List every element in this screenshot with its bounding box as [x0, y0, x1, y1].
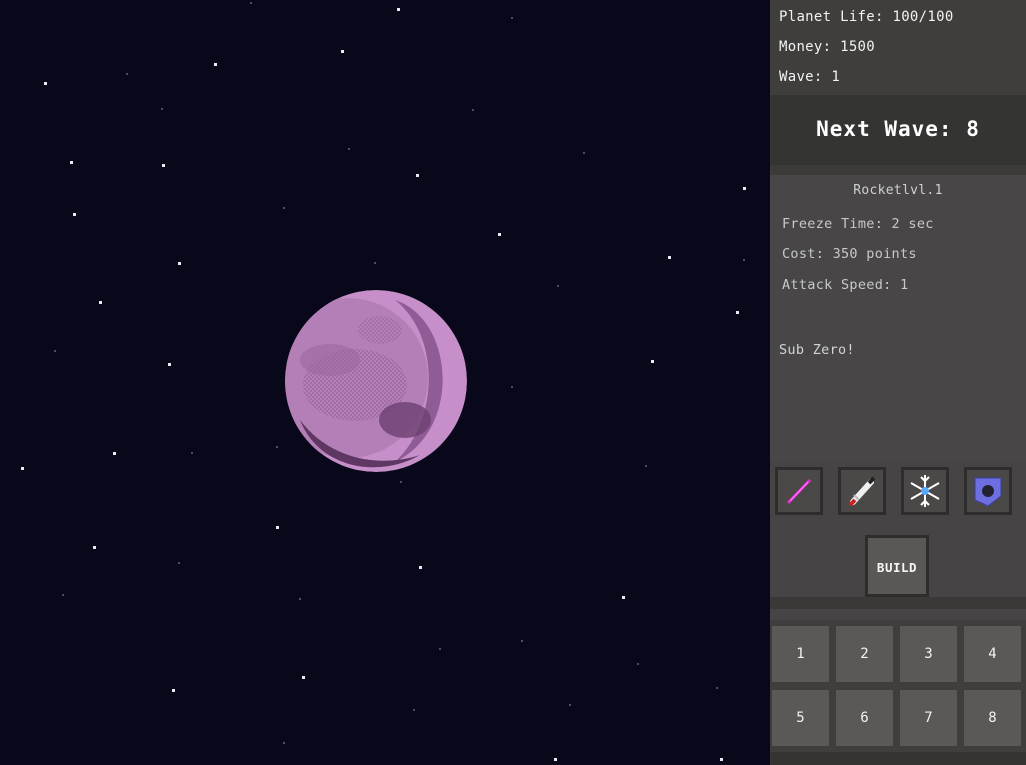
- build-button[interactable]: BUILD: [865, 535, 929, 597]
- space-background: [0, 0, 770, 765]
- attack-speed-text: Attack Speed: 1: [782, 277, 909, 293]
- shield-tower-button[interactable]: [964, 467, 1012, 515]
- shield-icon: [974, 477, 1002, 507]
- slot-button[interactable]: 1: [772, 626, 829, 682]
- bottom-bar: [770, 752, 1026, 765]
- slot-button[interactable]: 5: [772, 690, 829, 746]
- planet-life-text: Planet Life: 100/100: [779, 9, 954, 25]
- slot-button[interactable]: 2: [836, 626, 893, 682]
- slot-button[interactable]: 8: [964, 690, 1021, 746]
- cost-text: Cost: 350 points: [782, 246, 917, 262]
- divider: [770, 165, 1026, 175]
- divider: [770, 597, 1026, 609]
- freeze-tower-button[interactable]: [901, 467, 949, 515]
- rocket-tower-button[interactable]: [838, 467, 886, 515]
- laser-tower-button[interactable]: [775, 467, 823, 515]
- slot-grid: 1 2 3 4 5 6 7 8: [770, 620, 1026, 760]
- money-text: Money: 1500: [779, 39, 876, 55]
- rocket-icon: [848, 476, 876, 507]
- laser-icon: [786, 478, 812, 505]
- snowflake-icon: [910, 475, 940, 507]
- tower-name: Rocketlvl.1: [853, 183, 943, 198]
- slot-button[interactable]: 7: [900, 690, 957, 746]
- slot-button[interactable]: 4: [964, 626, 1021, 682]
- wave-text: Wave: 1: [779, 69, 841, 85]
- stats-box: Planet Life: 100/100 Money: 1500 Wave: 1: [770, 0, 1026, 95]
- tower-info-box: Rocketlvl.1 Freeze Time: 2 sec Cost: 350…: [770, 175, 1026, 460]
- planet-layer: [268, 280, 480, 480]
- tower-description: Sub Zero!: [779, 342, 855, 358]
- next-wave-label: Next Wave: 8: [816, 117, 980, 141]
- slot-button[interactable]: 6: [836, 690, 893, 746]
- next-wave-box: Next Wave: 8: [770, 95, 1026, 165]
- freeze-time-text: Freeze Time: 2 sec: [782, 216, 934, 232]
- side-panel: Planet Life: 100/100 Money: 1500 Wave: 1…: [770, 0, 1026, 765]
- slot-button[interactable]: 3: [900, 626, 957, 682]
- planet[interactable]: [268, 280, 480, 480]
